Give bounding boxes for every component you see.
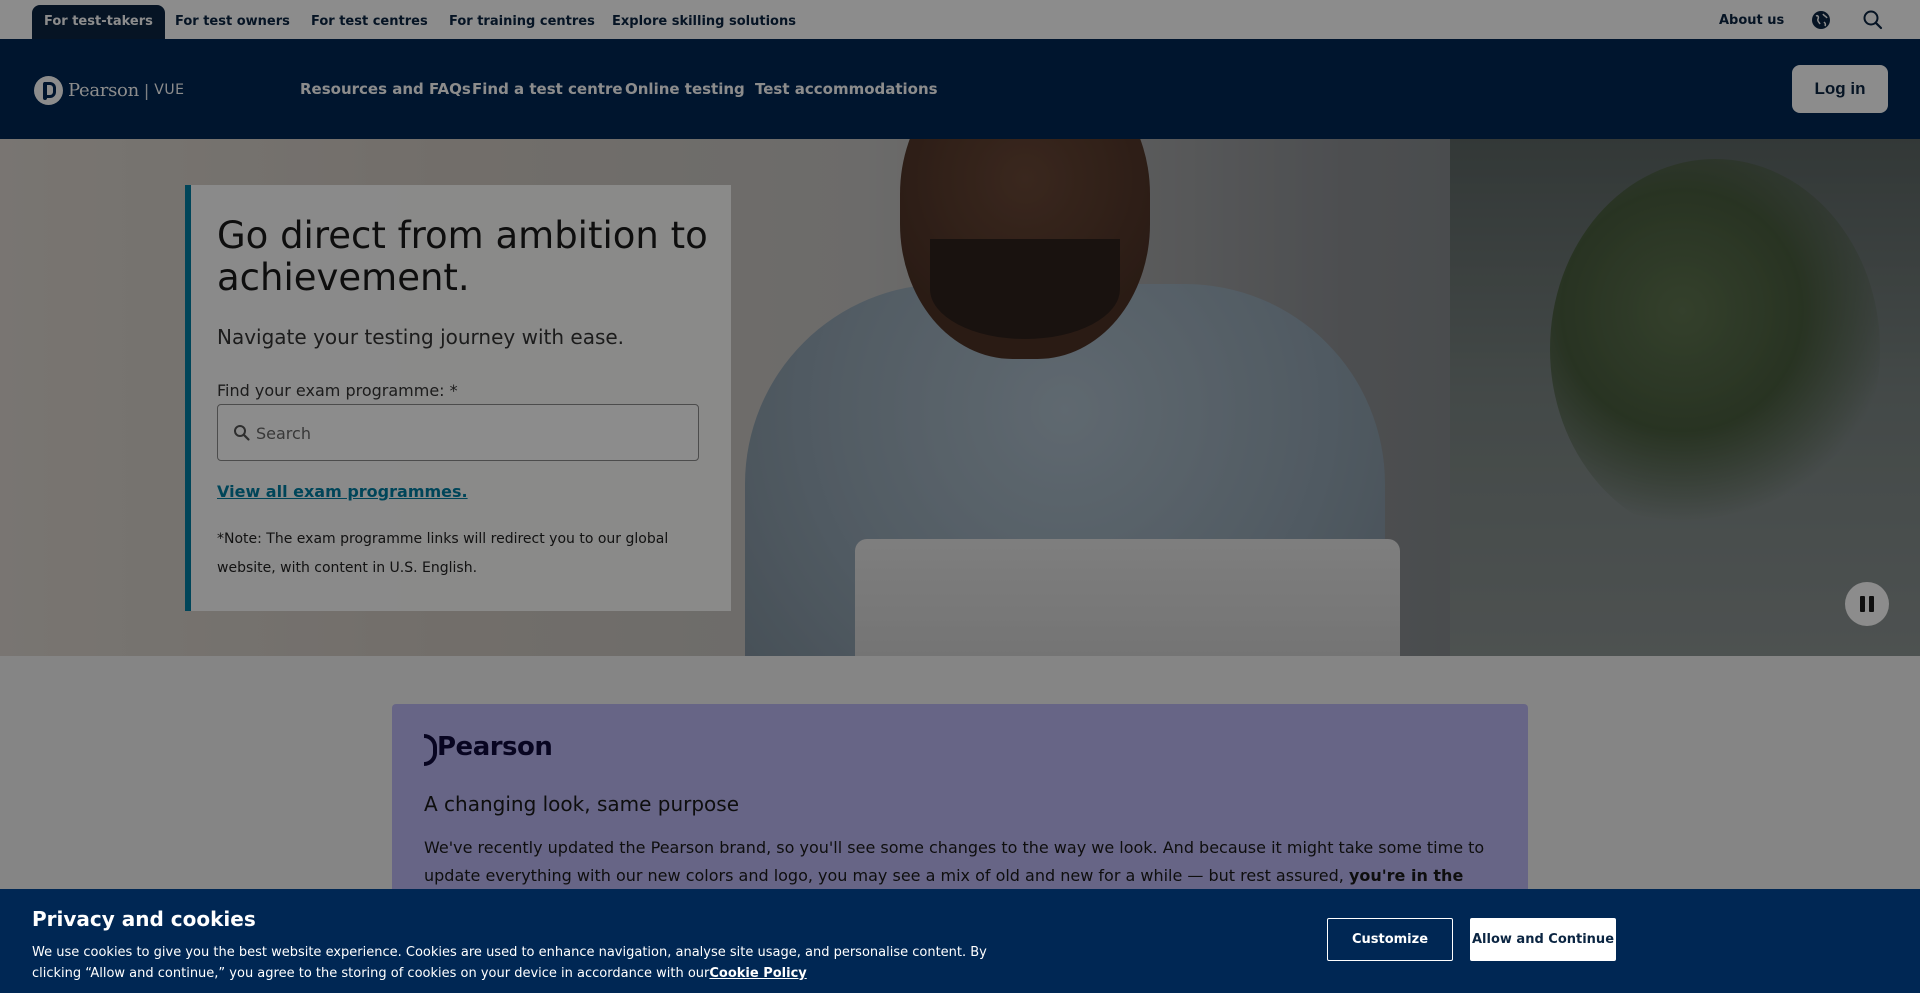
redirect-note: *Note: The exam programme links will red… [217,531,669,576]
exam-search-input[interactable] [256,419,686,447]
nav-find-a-test-centre[interactable]: Find a test centre [472,39,623,139]
exam-search-field[interactable] [217,404,699,461]
search-icon[interactable] [1862,9,1884,31]
utility-bar: For test-takers For test owners For test… [0,0,1920,39]
tab-for-test-takers[interactable]: For test-takers [32,5,165,39]
logo-brand: Pearson [68,79,139,101]
logo-product: VUE [154,82,185,98]
customize-button[interactable]: Customize [1327,918,1453,961]
tab-for-test-centres[interactable]: For test centres [299,5,440,39]
cookie-banner-body: We use cookies to give you the best webs… [32,945,987,981]
hero-background-plant [1550,159,1880,539]
rebrand-heading: A changing look, same purpose [424,792,740,816]
pearson-new-logo-word: Pearson [437,732,553,762]
tab-for-test-owners[interactable]: For test owners [163,5,302,39]
cookie-banner-title: Privacy and cookies [32,907,256,931]
nav-resources-and-faqs[interactable]: Resources and FAQs [300,39,471,139]
cookie-policy-link[interactable]: Cookie Policy [709,966,806,981]
pearson-vue-logo[interactable]: Pearson | VUE [34,73,184,107]
hero-laptop [855,539,1400,656]
rebrand-body-text: We've recently updated the Pearson brand… [424,838,1485,885]
cookie-banner: Privacy and cookies We use cookies to gi… [0,889,1920,993]
pause-icon[interactable] [1845,582,1889,626]
globe-icon[interactable] [1810,9,1832,31]
exam-search-card: Go direct from ambition to achievement. … [185,185,731,611]
exam-programme-label: Find your exam programme: * [217,381,458,400]
allow-and-continue-button[interactable]: Allow and Continue [1470,918,1616,961]
about-us-link[interactable]: About us [1719,0,1784,39]
login-button[interactable]: Log in [1792,65,1888,113]
pearson-new-logo: Pearson [424,732,553,766]
tab-for-training-centres[interactable]: For training centres [437,5,607,39]
cookie-banner-text: We use cookies to give you the best webs… [32,942,1032,984]
nav-test-accommodations[interactable]: Test accommodations [755,39,938,139]
hero-person-beard [930,239,1120,339]
search-icon [233,424,251,442]
hero-title: Go direct from ambition to achievement. [217,214,708,299]
hero-subtitle: Navigate your testing journey with ease. [217,325,625,349]
main-header: Pearson | VUE Resources and FAQs Find a … [0,39,1920,139]
pearson-new-logo-mark-icon [424,734,437,766]
tab-explore-skilling-solutions[interactable]: Explore skilling solutions [600,5,808,39]
view-all-exam-programmes-link[interactable]: View all exam programmes. [217,482,468,501]
hero-banner: Go direct from ambition to achievement. … [0,139,1920,656]
pearson-p-logo-icon [34,75,63,105]
nav-online-testing[interactable]: Online testing [625,39,745,139]
logo-separator: | [143,80,150,100]
